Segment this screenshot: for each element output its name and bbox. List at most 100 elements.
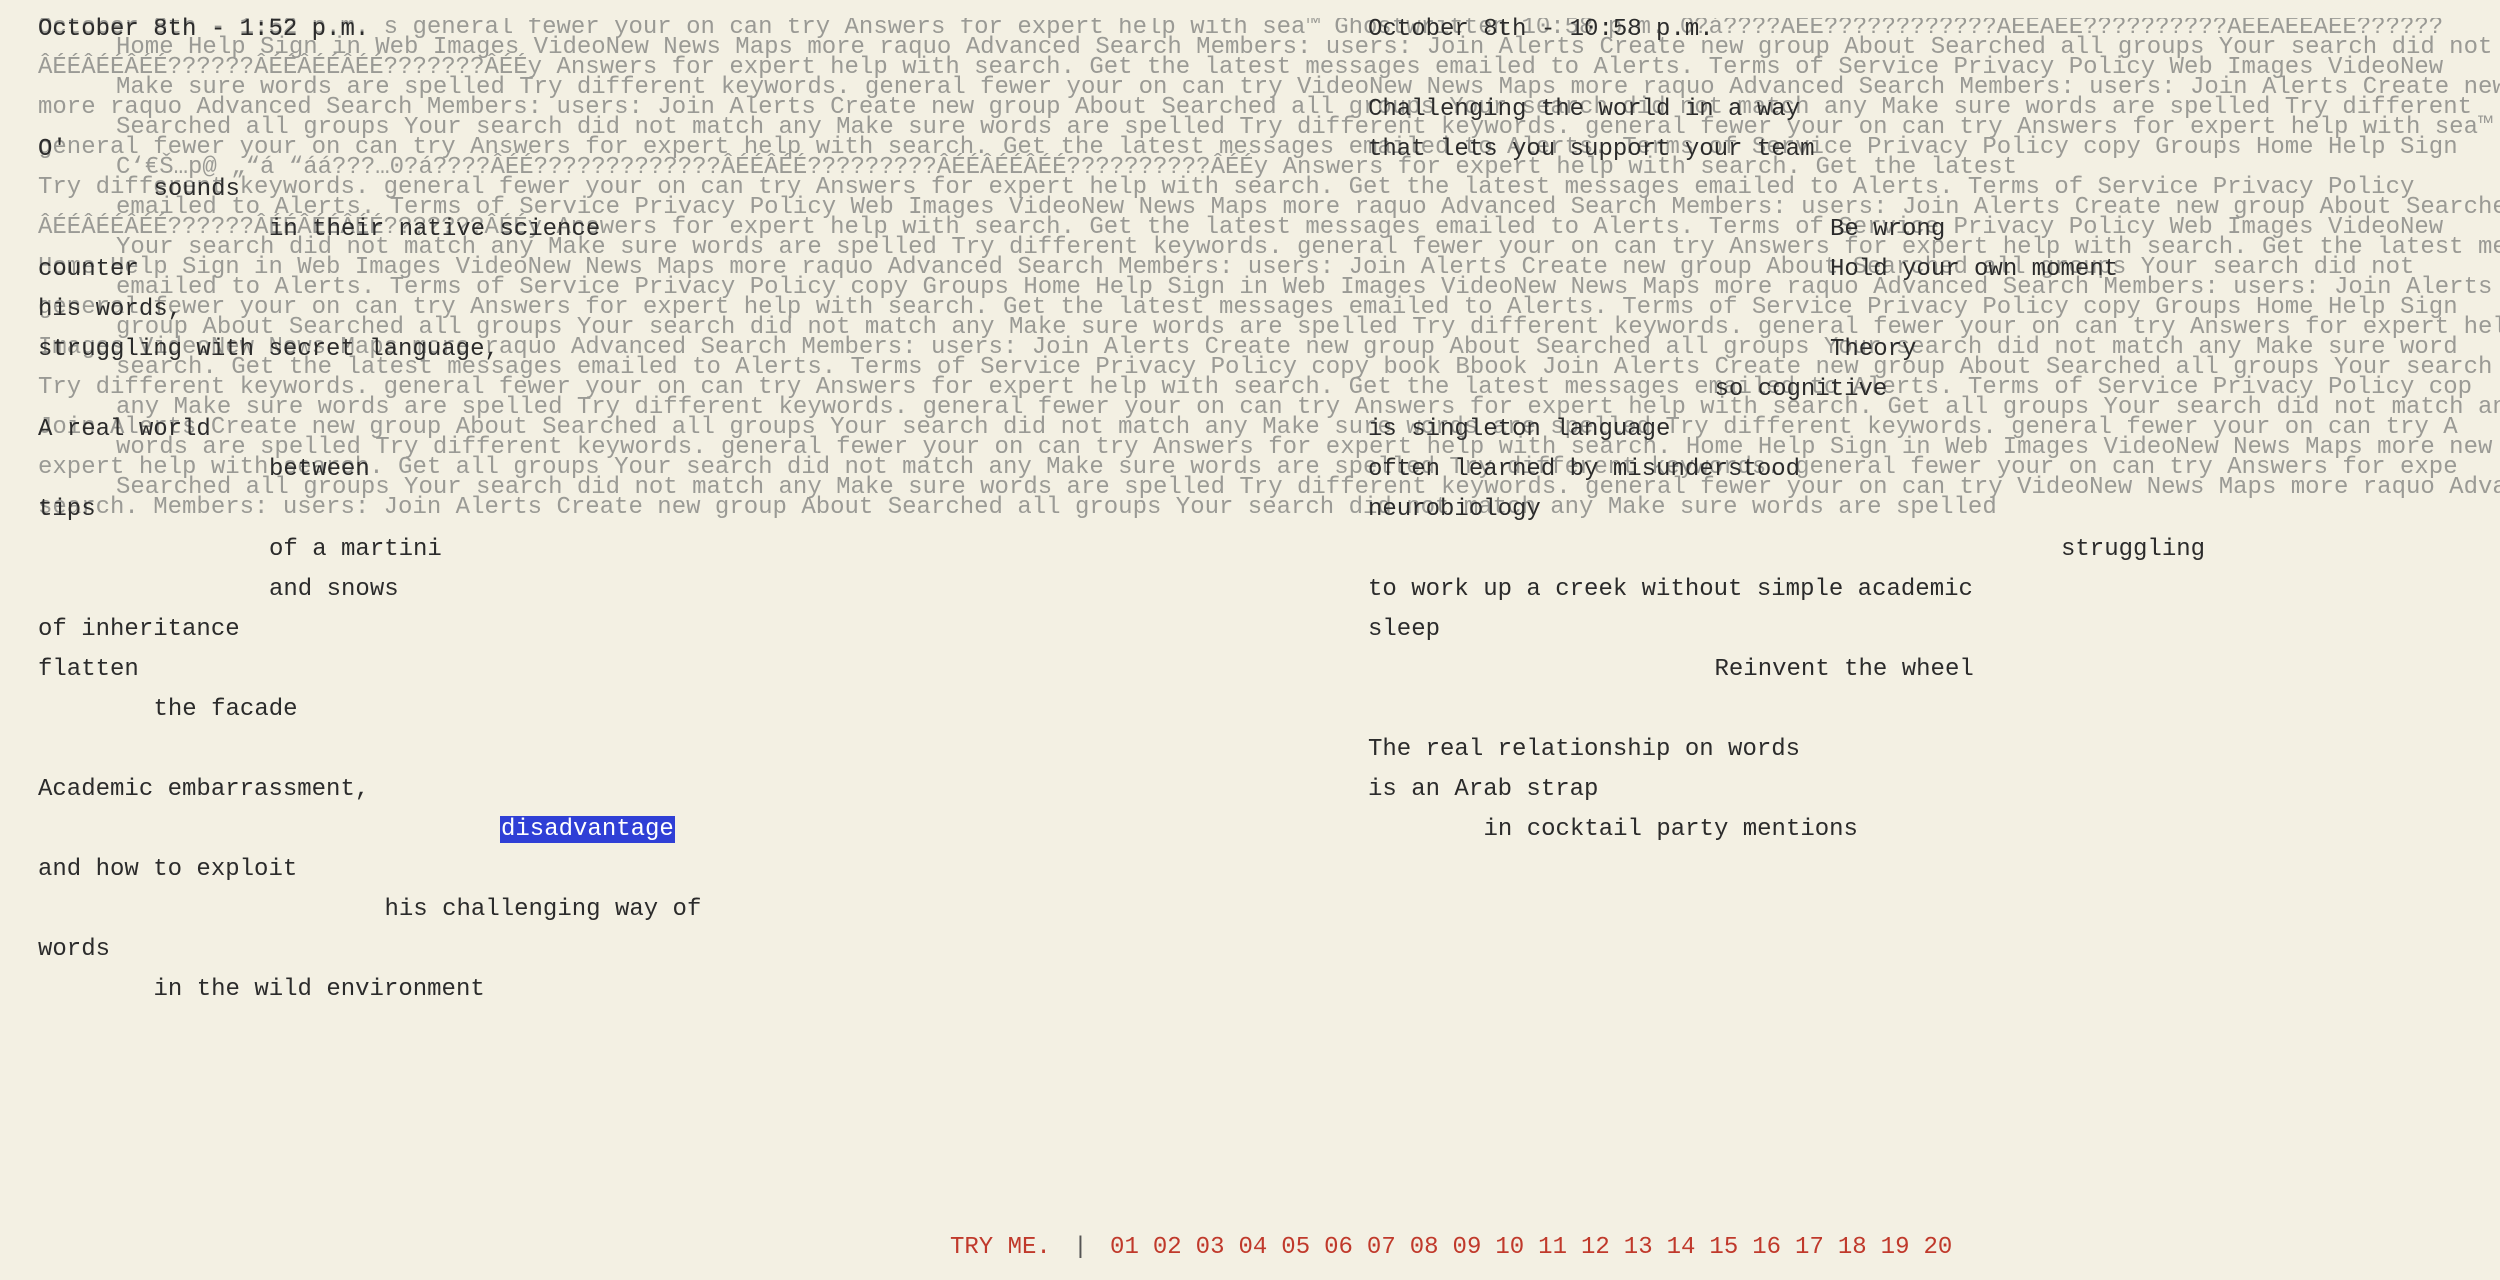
- poem-line-text: The real relationship on words: [1368, 736, 1801, 763]
- page-link-10[interactable]: 10: [1495, 1234, 1524, 1261]
- poem-line-text: his words,: [38, 296, 183, 323]
- poem-line: between: [269, 458, 370, 482]
- poem-line-text: his challenging way of: [384, 896, 702, 923]
- poem-line: Hold your own moment: [1830, 258, 2118, 282]
- poem-line-text: Theory: [1830, 336, 1917, 363]
- poem-line: October 8th - 1:52 p.m.: [38, 18, 369, 42]
- page-link-15[interactable]: 15: [1709, 1234, 1738, 1261]
- poem-line-text: is singleton language: [1368, 416, 1671, 443]
- poem-line-text: and how to exploit: [38, 856, 298, 883]
- poem-line: Challenging the world in a way: [1368, 98, 1800, 122]
- poem-line: counter: [38, 258, 139, 282]
- poem-line: October 8th - 10:58 p.m.: [1368, 18, 1714, 42]
- poem-line: to work up a creek without simple academ…: [1368, 578, 1973, 602]
- page-link-01[interactable]: 01: [1110, 1234, 1139, 1261]
- poem-line: in cocktail party mentions: [1484, 818, 1858, 842]
- poem-line-text: of a martini: [269, 536, 442, 563]
- poem-line-text: is an Arab strap: [1368, 776, 1599, 803]
- poem-line-text: flatten: [38, 656, 139, 683]
- poem-line: tips: [38, 498, 96, 522]
- left-poem-column: October 8th - 1:52 p.m. O' sounds in their …: [38, 0, 1288, 1002]
- poem-line-text: the facade: [153, 696, 298, 723]
- poem-line: Be wrong: [1830, 218, 1945, 242]
- poem-line: A real world: [38, 418, 211, 442]
- poem-line: his challenging way of: [385, 898, 702, 922]
- poem-line-text: A real world: [38, 416, 211, 443]
- poem-line-text: October 8th - 1:52 p.m.: [38, 16, 370, 43]
- poem-line: in their native science: [269, 218, 600, 242]
- poem-line-text: often learned by misunderstood: [1368, 456, 1801, 483]
- pager: TRY ME. | 01 02 03 04 05 06 07 08 09 10 11 12 13 14 15…: [950, 1234, 1966, 1262]
- poem-line-text: O': [38, 136, 67, 163]
- page-links: 01 02 03 04 05 06 07 08 09 10 11 12 13 14 15 16 17 18 19 20: [1110, 1234, 1966, 1261]
- poem-line-text: sleep: [1368, 616, 1441, 643]
- poem-line-text: tips: [38, 496, 96, 523]
- poem-line: Academic embarrassment,: [38, 778, 369, 802]
- poem-line-text: Challenging the world in a way: [1368, 96, 1801, 123]
- poem-line: the facade: [154, 698, 298, 722]
- highlighted-word: disadvantage: [500, 816, 675, 843]
- try-me-link[interactable]: TRY ME.: [950, 1234, 1051, 1261]
- poem-line: O': [38, 138, 67, 162]
- poem-line-text: Hold your own moment: [1830, 256, 2119, 283]
- poem-line: and how to exploit: [38, 858, 297, 882]
- poem-line-text: in cocktail party mentions: [1483, 816, 1858, 843]
- poem-line: The real relationship on words: [1368, 738, 1800, 762]
- page-link-19[interactable]: 19: [1881, 1234, 1910, 1261]
- poem-line: of a martini: [269, 538, 442, 562]
- poem-line: struggling: [2061, 538, 2205, 562]
- poem-line: sleep: [1368, 618, 1440, 642]
- poem-line: is singleton language: [1368, 418, 1670, 442]
- poem-line-text: so cognitive: [1714, 376, 1888, 403]
- page-link-06[interactable]: 06: [1324, 1234, 1353, 1261]
- poem-line-text: sounds: [153, 176, 240, 203]
- poem-line-text: words: [38, 936, 111, 963]
- page-link-03[interactable]: 03: [1196, 1234, 1225, 1261]
- page-link-20[interactable]: 20: [1923, 1234, 1952, 1261]
- poem-line: Theory: [1830, 338, 1916, 362]
- poem-line-text: in the wild environment: [153, 976, 485, 1003]
- poem-line: struggling with secret language,: [38, 338, 499, 362]
- poem-line: that lets you support your team: [1368, 138, 1814, 162]
- page-link-14[interactable]: 14: [1667, 1234, 1696, 1261]
- page-link-13[interactable]: 13: [1624, 1234, 1653, 1261]
- poem-line: in the wild environment: [154, 978, 485, 1002]
- pager-separator: |: [1073, 1234, 1088, 1261]
- poem-line: often learned by misunderstood: [1368, 458, 1800, 482]
- page-link-12[interactable]: 12: [1581, 1234, 1610, 1261]
- poem-line-text: of inheritance: [38, 616, 240, 643]
- poem-line-text: struggling with secret language,: [38, 336, 499, 363]
- poem-line-text: between: [269, 456, 370, 483]
- poem-line-text: Reinvent the wheel: [1714, 656, 1974, 683]
- page-link-09[interactable]: 09: [1453, 1234, 1482, 1261]
- poem-line-text: to work up a creek without simple academ…: [1368, 576, 1973, 603]
- page-link-02[interactable]: 02: [1153, 1234, 1182, 1261]
- page-link-07[interactable]: 07: [1367, 1234, 1396, 1261]
- poem-line-text: in their native science: [269, 216, 601, 243]
- page-link-05[interactable]: 05: [1281, 1234, 1310, 1261]
- poem-line-text: and snows: [269, 576, 399, 603]
- poem-line: is an Arab strap: [1368, 778, 1598, 802]
- poem-line: so cognitive: [1715, 378, 1888, 402]
- poem-line-text: neurobiology: [1368, 496, 1541, 523]
- poem-line-text: counter: [38, 256, 139, 283]
- poem-line: Reinvent the wheel: [1715, 658, 1974, 682]
- right-poem-column: October 8th - 10:58 p.m. Challenging the …: [1368, 0, 2500, 1000]
- page-link-11[interactable]: 11: [1538, 1234, 1567, 1261]
- poem-line: words: [38, 938, 110, 962]
- poem-line: of inheritance: [38, 618, 240, 642]
- page-link-04[interactable]: 04: [1238, 1234, 1267, 1261]
- page-link-17[interactable]: 17: [1795, 1234, 1824, 1261]
- poem-line-text: struggling: [2061, 536, 2206, 563]
- poem-line: sounds: [154, 178, 240, 202]
- page-link-18[interactable]: 18: [1838, 1234, 1867, 1261]
- poem-line: flatten: [38, 658, 139, 682]
- poem-line-text: Be wrong: [1830, 216, 1946, 243]
- poem-line: and snows: [269, 578, 399, 602]
- poem-line: neurobiology: [1368, 498, 1541, 522]
- poem-line-text: that lets you support your team: [1368, 136, 1815, 163]
- poem-line: his words,: [38, 298, 182, 322]
- page-link-08[interactable]: 08: [1410, 1234, 1439, 1261]
- poem-line-text: October 8th - 10:58 p.m.: [1368, 16, 1714, 43]
- page-link-16[interactable]: 16: [1752, 1234, 1781, 1261]
